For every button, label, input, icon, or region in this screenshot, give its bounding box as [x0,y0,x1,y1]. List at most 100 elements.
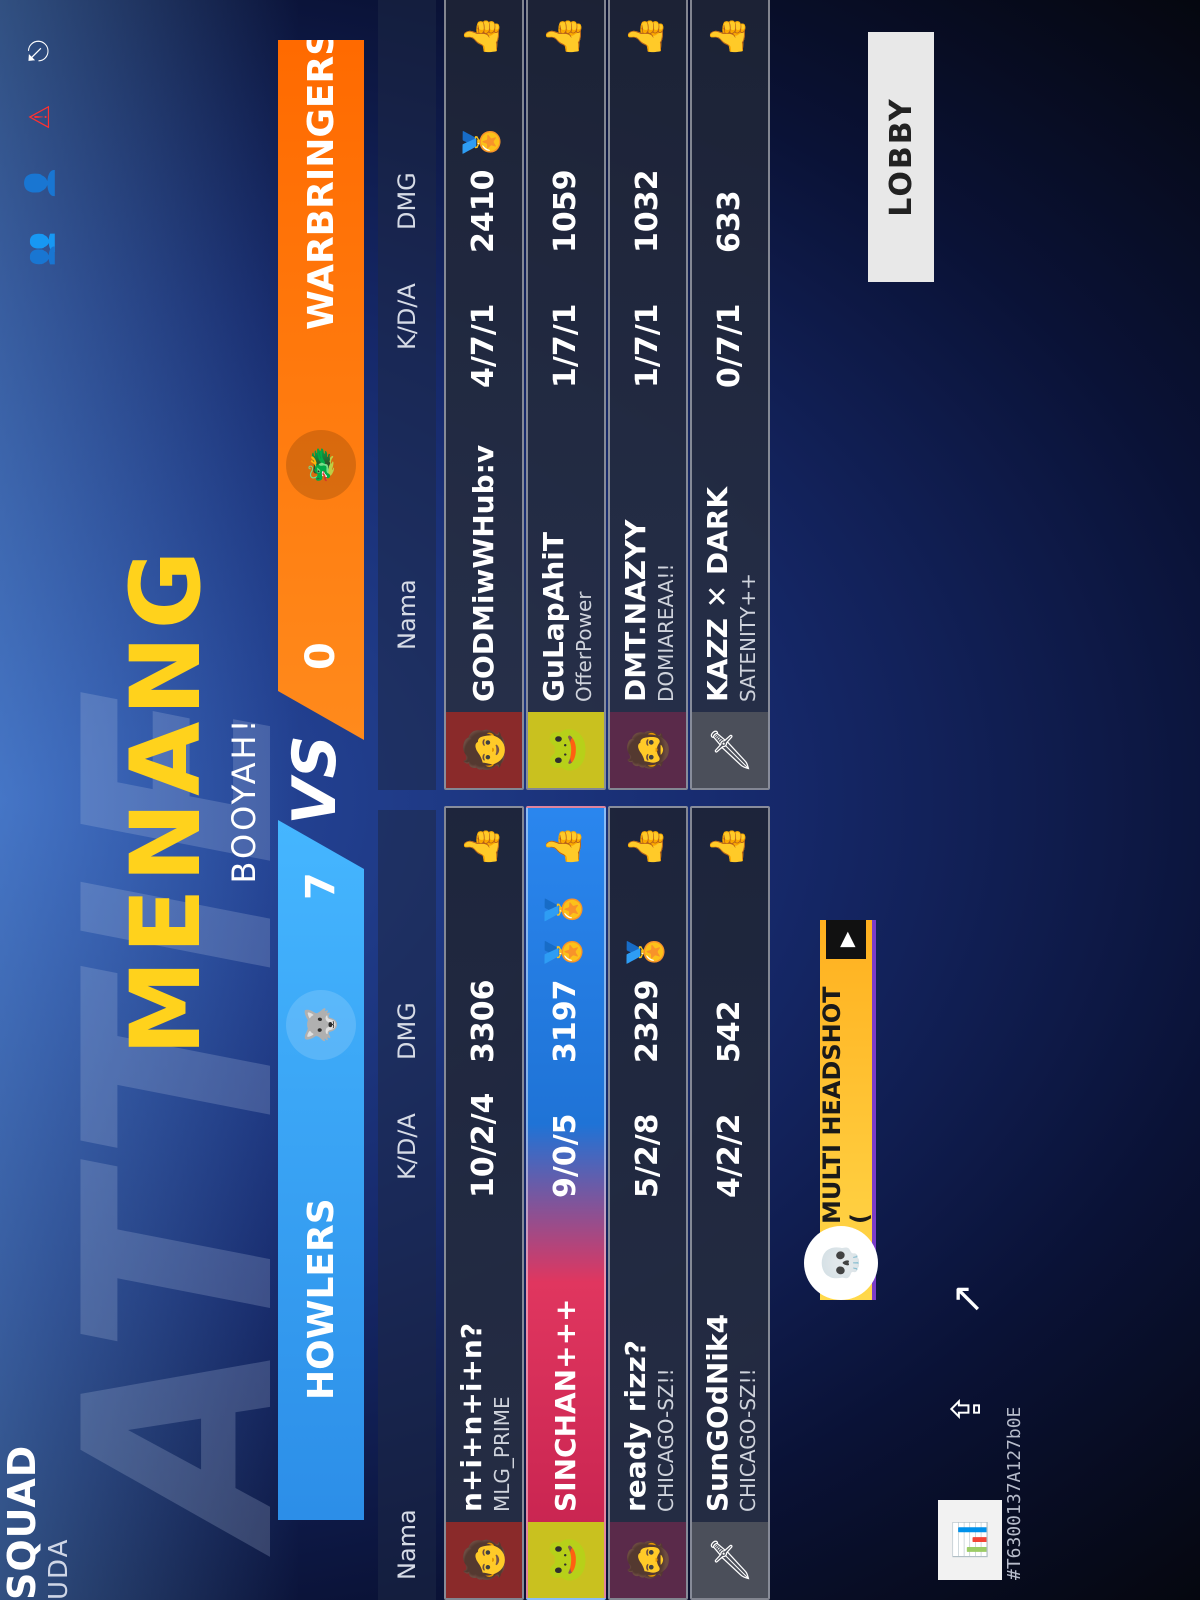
wolf-icon: 🐺 [286,990,356,1060]
player-kda: 5/2/8 [630,1113,665,1198]
table-row: 🗡 KAZZ ✕ DARK SATENITY++ 0/7/1 633 👍 [690,0,770,790]
like-icon[interactable]: 👍 [626,826,666,868]
like-icon[interactable]: 👍 [462,16,502,58]
player-name: SINCHAN+++ [548,1298,582,1513]
avatar[interactable]: 🗡 [692,712,768,788]
player-guild: CHICAGO-SZ!! [653,1368,678,1512]
result-subtitle: BOOYAH! [225,716,263,884]
player-kda: 10/2/4 [466,1092,501,1198]
left-table-header: Nama K/D/A DMG [378,810,436,1600]
player-guild: SATENITY++ [735,573,760,702]
right-table-header: Nama K/D/A DMG [378,0,436,790]
player-dmg: 3306 [466,979,501,1064]
result-title: MENANG [110,544,222,1056]
mode-title: SQUAD [0,1444,44,1600]
lobby-button[interactable]: LOBBY [868,32,934,282]
player-name-cell: KAZZ ✕ DARK SATENITY++ [692,402,768,712]
player-dmg: 3197 [548,979,583,1064]
avatar[interactable]: 🧑 [446,712,522,788]
player-guild: OfferPower [571,591,596,702]
table-row: 🧑 n+i+n+i+n? MLG_PRIME 10/2/4 3306 👍 [444,806,524,1600]
player-dmg: 2410 [466,169,501,254]
player-kda: 4/2/2 [712,1113,747,1198]
avatar[interactable]: 🐸 [528,712,604,788]
profile-icon[interactable]: 👥 [18,228,60,270]
player-dmg: 1032 [630,169,665,254]
team-score-right: 0 [298,642,344,670]
player-name-cell: GODMiwWHub:v [446,402,522,712]
player-name: GODMiwWHub:v [466,444,500,702]
header-dmg: DMG [393,1002,421,1060]
player-name-cell: SINCHAN+++ [528,1212,604,1522]
mode-subtitle: UDA [44,1537,74,1600]
table-row: 🐸 GuLapAhiT OfferPower 1/7/1 1059 👍 [526,0,606,790]
warbringer-emblem-icon: 🐲 [286,430,356,500]
player-kda: 9/0/5 [548,1113,583,1198]
table-row: 🐸 SINCHAN+++ 9/0/5 3197 🏅🏅 👍 [526,806,606,1600]
medal-icon: 🏅 [626,930,666,973]
table-row: 🗡 SunGOdNik4 CHICAGO-SZ!! 4/2/2 542 👍 [690,806,770,1600]
player-name-cell: GuLapAhiT OfferPower [528,402,604,712]
play-icon[interactable]: ▶ [826,920,866,959]
player-dmg: 2329 [630,979,665,1064]
player-guild: MLG_PRIME [489,1396,514,1512]
medal-icon: 🏅 [462,120,502,163]
player-name-cell: SunGOdNik4 CHICAGO-SZ!! [692,1212,768,1522]
like-icon[interactable]: 👍 [708,16,748,58]
player-name-cell: ready rizz? CHICAGO-SZ!! [610,1212,686,1522]
player-name: n+i+n+i+n? [454,1322,488,1512]
player-dmg: 542 [712,1000,747,1063]
add-friend-icon[interactable]: 👤 [18,162,60,204]
team-bar-left: HOWLERS 🐺 7 [278,820,364,1520]
avatar[interactable]: 🧔 [610,712,686,788]
player-name: KAZZ ✕ DARK [700,486,734,702]
team-name-right: WARBRINGERS [300,29,342,330]
player-dmg: 1059 [548,169,583,254]
player-name-cell: n+i+n+i+n? MLG_PRIME [446,1212,522,1522]
medal-icon: 🏅🏅 [544,888,584,973]
player-dmg: 633 [712,190,747,253]
player-kda: 1/7/1 [548,303,583,388]
table-row: 🧔 DMT.NAZYY DOMIAREAA!! 1/7/1 1032 👍 [608,0,688,790]
player-kda: 4/7/1 [466,303,501,388]
player-name: SunGOdNik4 [700,1314,734,1512]
bar-chart-icon[interactable]: 📊 [938,1500,1002,1580]
like-icon[interactable]: 👍 [544,826,584,868]
multi-headshot-label: MULTI HEADSHOT ( [818,986,874,1224]
upload-icon[interactable]: ⇪ [936,1378,998,1440]
results-screen: ATTIE SQUAD UDA 👥 👤 ⚠ ⎋ MENANG BOOYAH! H… [0,0,1200,1600]
top-toolbar: 👥 👤 ⚠ ⎋ [18,30,60,270]
skull-icon: 💀 [804,1226,878,1300]
team-bar-right: 0 🐲 WARBRINGERS [278,40,364,740]
table-row: 🧔 ready rizz? CHICAGO-SZ!! 5/2/8 2329 🏅 👍 [608,806,688,1600]
header-dmg: DMG [393,172,421,230]
vs-label: VS [280,735,350,825]
player-guild: DOMIAREAA!! [653,563,678,702]
exit-icon[interactable]: ⎋ [18,30,60,72]
like-icon[interactable]: 👍 [626,16,666,58]
player-name: GuLapAhiT [536,532,570,702]
player-guild: CHICAGO-SZ!! [735,1368,760,1512]
header-name: Nama [393,1509,421,1580]
player-kda: 0/7/1 [712,303,747,388]
team-score-left: 7 [298,872,344,900]
avatar[interactable]: 🗡 [692,1522,768,1598]
report-icon[interactable]: ⚠ [18,96,60,138]
like-icon[interactable]: 👍 [708,826,748,868]
avatar[interactable]: 🧑 [446,1522,522,1598]
table-row: 🧑 GODMiwWHub:v 4/7/1 2410 🏅 👍 [444,0,524,790]
share-icon[interactable]: ↗ [936,1268,998,1330]
match-id: #T6300137A127b0E [1004,1406,1025,1580]
header-kda: K/D/A [393,283,421,350]
avatar[interactable]: 🧔 [610,1522,686,1598]
player-name: ready rizz? [618,1340,652,1512]
team-name-left: HOWLERS [300,1198,342,1400]
avatar[interactable]: 🐸 [528,1522,604,1598]
player-name: DMT.NAZYY [618,519,652,702]
player-name-cell: DMT.NAZYY DOMIAREAA!! [610,402,686,712]
header-kda: K/D/A [393,1113,421,1180]
like-icon[interactable]: 👍 [544,16,584,58]
like-icon[interactable]: 👍 [462,826,502,868]
header-name: Nama [393,579,421,650]
player-kda: 1/7/1 [630,303,665,388]
